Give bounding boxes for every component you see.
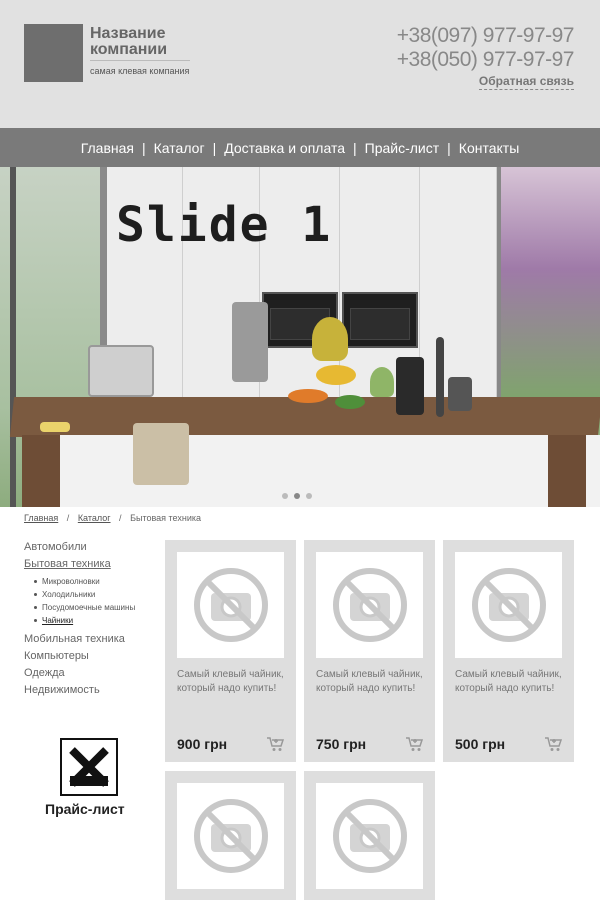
slider-dot-2[interactable] (294, 493, 300, 499)
product-price: 500 грн (455, 736, 506, 752)
nav-item-delivery[interactable]: Доставка и оплата (218, 140, 351, 156)
nav-item-price-list[interactable]: Прайс-лист (359, 140, 446, 156)
no-photo-icon (193, 568, 268, 642)
stand-mixer-image (88, 345, 154, 397)
no-photo-icon (193, 799, 268, 873)
breadcrumb-separator: / (66, 513, 70, 523)
kitchen-counter (9, 397, 600, 437)
subcategory-list: Микроволновки Холодильники Посудомоечные… (34, 575, 164, 627)
product-card[interactable] (304, 771, 435, 900)
oranges-image (288, 389, 328, 403)
main-nav: Главная | Каталог | Доставка и оплата | … (0, 128, 600, 167)
subcategory-fridges[interactable]: Холодильники (34, 588, 164, 601)
cheese-image (40, 422, 70, 432)
price-list-link[interactable]: Прайс-лист (45, 801, 125, 817)
product-image-placeholder[interactable] (455, 552, 562, 658)
no-photo-icon (332, 799, 407, 873)
slide-title: Slide 1 (116, 197, 333, 253)
towel-image (133, 423, 189, 485)
nav-item-home[interactable]: Главная (75, 140, 140, 156)
product-card[interactable]: Самый клевый чайник, который надо купить… (443, 540, 574, 762)
product-title[interactable]: Самый клевый чайник, который надо купить… (177, 668, 289, 696)
product-image-placeholder[interactable] (316, 783, 423, 889)
bananas-image (316, 365, 356, 385)
category-sidebar: Автомобили Бытовая техника Микроволновки… (24, 541, 164, 701)
pineapple-image (312, 317, 348, 361)
counter-leg (22, 435, 60, 507)
company-name-line1: Название (90, 25, 166, 42)
slider-dot-1[interactable] (282, 493, 288, 499)
nav-separator: | (352, 139, 357, 156)
product-card[interactable]: Самый клевый чайник, который надо купить… (165, 540, 296, 762)
logo-divider (90, 60, 190, 61)
breadcrumb: Главная / Каталог / Бытовая техника (24, 513, 201, 523)
phone-number-1: +38(097) 977-97-97 (396, 24, 575, 47)
subcategory-kettles[interactable]: Чайники (34, 614, 164, 627)
hero-slider[interactable]: Slide 1 (0, 167, 600, 507)
product-card[interactable]: Самый клевый чайник, который надо купить… (304, 540, 435, 762)
company-slogan: самая клевая компания (90, 66, 190, 76)
sidebar-item-cars[interactable]: Автомобили (24, 541, 164, 554)
product-image-placeholder[interactable] (177, 552, 284, 658)
nav-separator: | (212, 139, 217, 156)
product-title[interactable]: Самый клевый чайник, который надо купить… (316, 668, 428, 696)
excel-icon[interactable] (60, 738, 118, 796)
sidebar-item-clothing[interactable]: Одежда (24, 667, 164, 680)
subcategory-microwaves[interactable]: Микроволновки (34, 575, 164, 588)
nav-separator: | (447, 139, 451, 156)
breadcrumb-home[interactable]: Главная (24, 513, 58, 523)
slider-dots (282, 493, 312, 499)
nav-item-catalog[interactable]: Каталог (148, 140, 211, 156)
breadcrumb-catalog[interactable]: Каталог (78, 513, 111, 523)
breadcrumb-separator: / (119, 513, 122, 523)
product-image-placeholder[interactable] (316, 552, 423, 658)
product-title[interactable]: Самый клевый чайник, который надо купить… (455, 668, 567, 696)
product-price: 900 грн (177, 736, 228, 752)
phone-number-2: +38(050) 977-97-97 (396, 48, 575, 71)
sidebar-item-computers[interactable]: Компьютеры (24, 650, 164, 663)
hand-blender-image (436, 337, 444, 417)
nav-separator: | (142, 139, 146, 156)
sidebar-item-appliances[interactable]: Бытовая техника (24, 558, 164, 571)
no-photo-icon (332, 568, 407, 642)
subcategory-dishwashers[interactable]: Посудомоечные машины (34, 601, 164, 614)
oven-image (342, 292, 418, 348)
juicer-image (232, 302, 268, 382)
add-to-cart-icon[interactable] (266, 736, 285, 757)
sidebar-item-realty[interactable]: Недвижимость (24, 684, 164, 697)
counter-leg (548, 435, 586, 507)
window-frame (10, 167, 16, 507)
slider-dot-3[interactable] (306, 493, 312, 499)
product-image-placeholder[interactable] (177, 783, 284, 889)
toaster-image (396, 357, 424, 415)
food-processor-image (448, 377, 472, 411)
no-photo-icon (471, 568, 546, 642)
greens-image (335, 395, 365, 409)
product-price: 750 грн (316, 736, 367, 752)
sidebar-item-mobile[interactable]: Мобильная техника (24, 633, 164, 646)
add-to-cart-icon[interactable] (405, 736, 424, 757)
add-to-cart-icon[interactable] (544, 736, 563, 757)
plant-image (370, 367, 394, 397)
product-card[interactable] (165, 771, 296, 900)
breadcrumb-current: Бытовая техника (130, 513, 202, 523)
company-name-line2: компании (90, 41, 168, 58)
logo-placeholder[interactable] (24, 24, 83, 82)
nav-item-contacts[interactable]: Контакты (453, 140, 525, 156)
header: Название компании самая клевая компания … (0, 0, 600, 128)
feedback-link[interactable]: Обратная связь (478, 74, 574, 90)
